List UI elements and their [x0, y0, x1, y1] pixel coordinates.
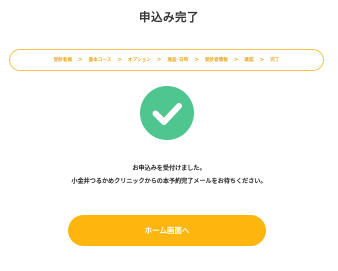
step-patient: 受診者様 [53, 58, 72, 63]
home-button[interactable]: ホーム画面へ [68, 215, 266, 246]
step-separator: > [156, 57, 162, 63]
check-circle-icon [140, 86, 194, 140]
step-patient-info: 受診者情報 [204, 58, 228, 63]
step-separator: > [233, 57, 239, 63]
page-title: 申込み完了 [139, 10, 199, 24]
step-separator: > [259, 57, 265, 63]
step-complete: 完了 [270, 58, 280, 63]
step-separator: > [194, 57, 199, 63]
confirmation-message: お申込みを受付けました。 [132, 165, 206, 172]
confirmation-submessage: 小金井つるかめクリニックからの本予約完了メールをお待ちください。 [71, 178, 267, 185]
step-confirm: 確認 [244, 58, 254, 63]
step-basic-course: 基本コース [88, 58, 112, 63]
progress-steps: 受診者様 > 基本コース > オプション > 施設･日時 > 受診者情報 > 確… [9, 49, 324, 71]
step-facility-datetime: 施設･日時 [167, 58, 189, 63]
step-separator: > [77, 57, 83, 63]
step-separator: > [117, 57, 122, 63]
step-option: オプション [127, 58, 151, 63]
